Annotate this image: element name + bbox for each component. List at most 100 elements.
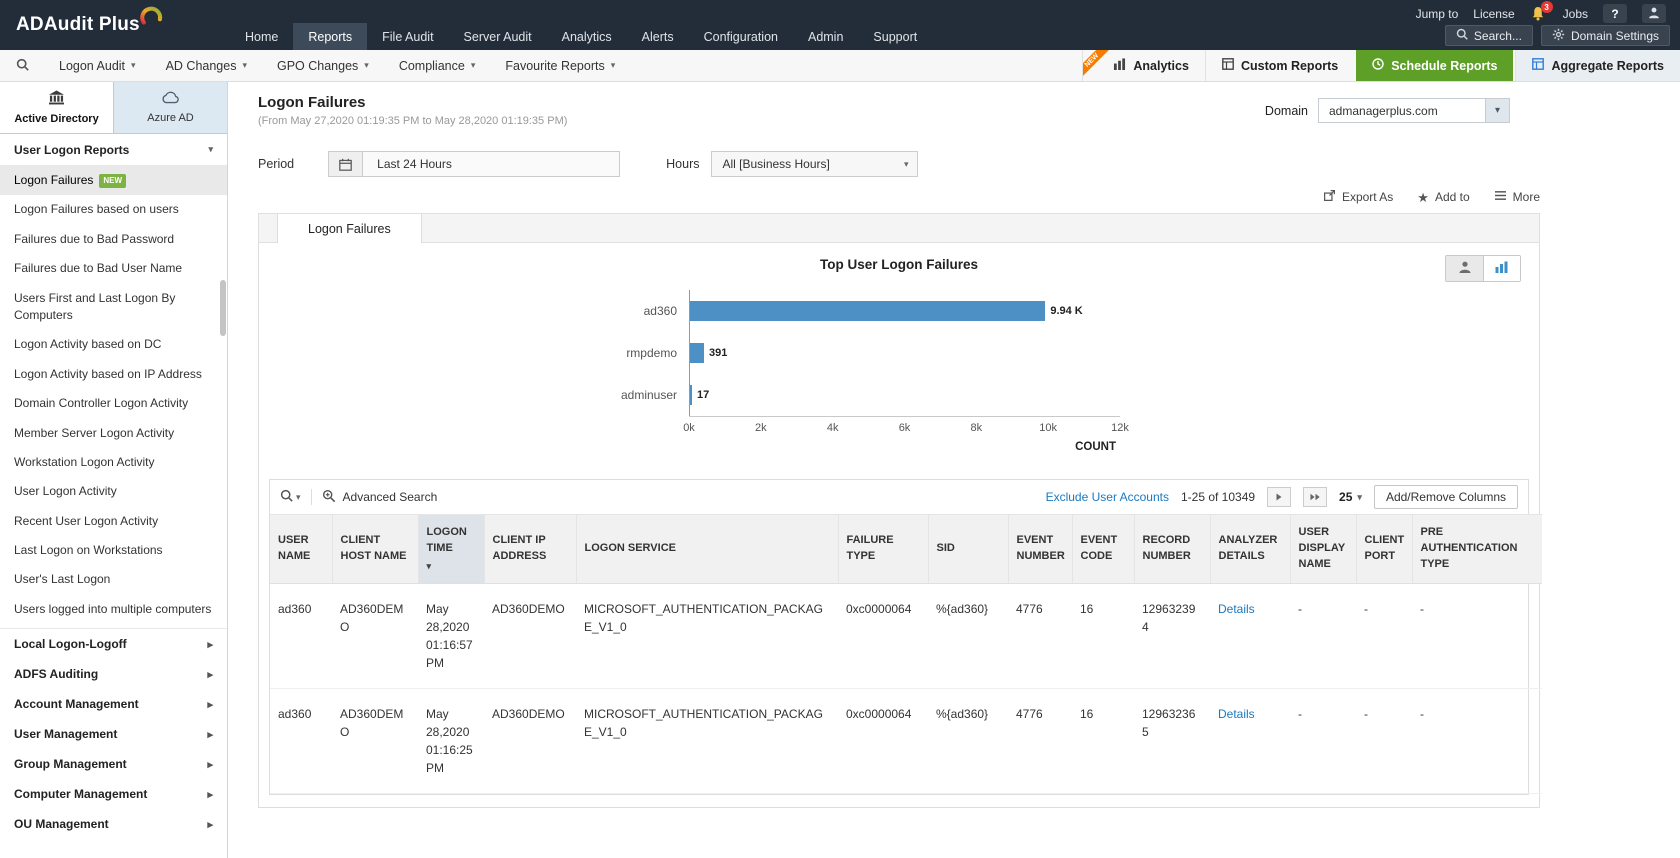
column-header-client-host-name[interactable]: CLIENT HOST NAME xyxy=(332,515,418,584)
chart-view-toggle[interactable] xyxy=(1483,256,1520,281)
sidebar-item-recent-user-logon-activity[interactable]: Recent User Logon Activity xyxy=(0,507,227,536)
sidebar-item-logon-failures[interactable]: Logon FailuresNEW xyxy=(0,166,227,195)
hours-select[interactable]: All [Business Hours] ▾ xyxy=(711,151,918,177)
user-menu-button[interactable] xyxy=(1642,4,1666,23)
jump-to-link[interactable]: Jump to xyxy=(1416,7,1459,21)
export-as-button[interactable]: Export As xyxy=(1323,189,1393,205)
help-button[interactable]: ? xyxy=(1603,4,1627,23)
exclude-user-accounts-link[interactable]: Exclude User Accounts xyxy=(1046,490,1169,504)
sidebar-group-group-management[interactable]: Group Management▸ xyxy=(0,749,227,779)
menu-compliance[interactable]: Compliance▾ xyxy=(384,50,491,81)
menu-logon-audit[interactable]: Logon Audit▾ xyxy=(44,50,151,81)
chevron-right-icon: ▸ xyxy=(207,698,213,711)
sidebar-item-logon-failures-based-on-users[interactable]: Logon Failures based on users xyxy=(0,195,227,224)
more-button[interactable]: More xyxy=(1494,190,1540,204)
domain-settings-button[interactable]: Domain Settings xyxy=(1541,25,1670,46)
column-header-failure-type[interactable]: FAILURE TYPE xyxy=(838,515,928,584)
sidebar-group-user-management[interactable]: User Management▸ xyxy=(0,719,227,749)
sidebar-group-account-management[interactable]: Account Management▸ xyxy=(0,689,227,719)
aggregate-reports-icon xyxy=(1532,58,1544,73)
bar-category-label: rmpdemo xyxy=(569,346,689,360)
details-link[interactable]: Details xyxy=(1218,602,1255,616)
search-button[interactable]: Search... xyxy=(1445,25,1533,46)
user-view-toggle[interactable] xyxy=(1446,256,1483,281)
notifications-button[interactable]: 3 xyxy=(1530,6,1548,21)
advanced-search-button[interactable]: Advanced Search xyxy=(322,489,438,506)
page-size-select[interactable]: 25 ▾ xyxy=(1339,490,1362,504)
tab-azure-ad[interactable]: Azure AD xyxy=(114,82,227,133)
nav-item-file-audit[interactable]: File Audit xyxy=(367,23,448,50)
column-header-user-name[interactable]: USER NAME xyxy=(270,515,332,584)
report-search-button[interactable] xyxy=(0,50,44,81)
sidebar-item-logon-activity-based-on-dc[interactable]: Logon Activity based on DC xyxy=(0,330,227,359)
tab-active-directory[interactable]: Active Directory xyxy=(0,82,114,133)
column-header-event-code[interactable]: EVENT CODE xyxy=(1072,515,1134,584)
menu-favourite-reports[interactable]: Favourite Reports▾ xyxy=(490,50,630,81)
nav-item-home[interactable]: Home xyxy=(230,23,293,50)
sidebar-item-domain-controller-logon-activity[interactable]: Domain Controller Logon Activity xyxy=(0,389,227,418)
sidebar-group-adfs-auditing[interactable]: ADFS Auditing▸ xyxy=(0,659,227,689)
nav-item-server-audit[interactable]: Server Audit xyxy=(449,23,547,50)
add-remove-columns-button[interactable]: Add/Remove Columns xyxy=(1374,485,1518,509)
column-header-logon-time[interactable]: LOGON TIME▾ xyxy=(418,515,484,584)
custom-reports-button[interactable]: Custom Reports xyxy=(1205,50,1354,81)
sidebar-item-last-logon-on-workstations[interactable]: Last Logon on Workstations xyxy=(0,536,227,565)
period-input[interactable]: Last 24 Hours xyxy=(328,151,620,177)
nav-item-support[interactable]: Support xyxy=(858,23,932,50)
add-to-button[interactable]: ★ Add to xyxy=(1417,190,1469,204)
menu-gpo-changes[interactable]: GPO Changes▾ xyxy=(262,50,384,81)
sidebar-item-failures-due-to-bad-user-name[interactable]: Failures due to Bad User Name xyxy=(0,254,227,283)
details-link[interactable]: Details xyxy=(1218,707,1255,721)
column-header-pre-authentication-type[interactable]: PRE AUTHENTICATION TYPE xyxy=(1412,515,1542,584)
tab-label: Active Directory xyxy=(14,113,98,125)
jobs-link[interactable]: Jobs xyxy=(1563,7,1588,21)
domain-select[interactable]: admanagerplus.com ▾ xyxy=(1318,98,1510,123)
sidebar-section-user-logon-reports[interactable]: User Logon Reports ▾ xyxy=(0,134,227,166)
schedule-reports-button[interactable]: Schedule Reports xyxy=(1356,50,1513,81)
sidebar-group-local-logon-logoff[interactable]: Local Logon-Logoff▸ xyxy=(0,629,227,659)
sidebar-item-workstation-logon-activity[interactable]: Workstation Logon Activity xyxy=(0,448,227,477)
sidebar: Active Directory Azure AD User Logon Rep… xyxy=(0,82,228,858)
column-header-logon-service[interactable]: LOGON SERVICE xyxy=(576,515,838,584)
search-button-label: Search... xyxy=(1474,29,1522,43)
next-page-button[interactable] xyxy=(1267,487,1291,507)
column-header-event-number[interactable]: EVENT NUMBER xyxy=(1008,515,1072,584)
sidebar-item-user-logon-activity[interactable]: User Logon Activity xyxy=(0,477,227,506)
table-cell: Details xyxy=(1210,688,1290,793)
nav-item-alerts[interactable]: Alerts xyxy=(627,23,689,50)
aggregate-reports-label: Aggregate Reports xyxy=(1551,59,1664,73)
app-logo[interactable]: ADAudit Plus xyxy=(0,0,230,50)
column-header-user-display-name[interactable]: USER DISPLAY NAME xyxy=(1290,515,1356,584)
sidebar-item-users-first-and-last-logon-by-computers[interactable]: Users First and Last Logon By Computers xyxy=(0,284,227,331)
sidebar-item-member-server-logon-activity[interactable]: Member Server Logon Activity xyxy=(0,419,227,448)
sidebar-scrollbar[interactable] xyxy=(220,280,226,336)
column-header-client-ip-address[interactable]: CLIENT IP ADDRESS xyxy=(484,515,576,584)
calendar-icon[interactable] xyxy=(329,152,363,176)
nav-item-admin[interactable]: Admin xyxy=(793,23,858,50)
report-tab-strip: Logon Failures xyxy=(258,213,1540,243)
sidebar-item-label: User Logon Activity xyxy=(14,484,117,498)
menu-ad-changes[interactable]: AD Changes▾ xyxy=(151,50,262,81)
column-header-record-number[interactable]: RECORD NUMBER xyxy=(1134,515,1210,584)
column-search-button[interactable]: ▾ xyxy=(280,489,301,505)
license-link[interactable]: License xyxy=(1473,7,1514,21)
nav-item-analytics[interactable]: Analytics xyxy=(547,23,627,50)
sidebar-item-user-s-last-logon[interactable]: User's Last Logon xyxy=(0,565,227,594)
sidebar-item-logon-activity-based-on-ip-address[interactable]: Logon Activity based on IP Address xyxy=(0,360,227,389)
x-axis-ticks: 0k2k4k6k8k10k12k xyxy=(689,422,1120,437)
last-page-button[interactable] xyxy=(1303,487,1327,507)
column-header-client-port[interactable]: CLIENT PORT xyxy=(1356,515,1412,584)
nav-item-reports[interactable]: Reports xyxy=(293,23,367,50)
sidebar-group-computer-management[interactable]: Computer Management▸ xyxy=(0,779,227,809)
nav-item-configuration[interactable]: Configuration xyxy=(689,23,793,50)
column-header-analyzer-details[interactable]: ANALYZER DETAILS xyxy=(1210,515,1290,584)
sidebar-item-users-logged-into-multiple-computers[interactable]: Users logged into multiple computers xyxy=(0,595,227,624)
sort-caret-icon: ▾ xyxy=(427,560,476,573)
analytics-button[interactable]: NEW Analytics xyxy=(1082,50,1205,81)
sidebar-group-ou-management[interactable]: OU Management▸ xyxy=(0,809,227,839)
sidebar-item-failures-due-to-bad-password[interactable]: Failures due to Bad Password xyxy=(0,225,227,254)
aggregate-reports-button[interactable]: Aggregate Reports xyxy=(1515,50,1680,81)
column-header-sid[interactable]: SID xyxy=(928,515,1008,584)
tab-logon-failures[interactable]: Logon Failures xyxy=(277,214,422,243)
x-tick-label: 4k xyxy=(827,422,839,434)
